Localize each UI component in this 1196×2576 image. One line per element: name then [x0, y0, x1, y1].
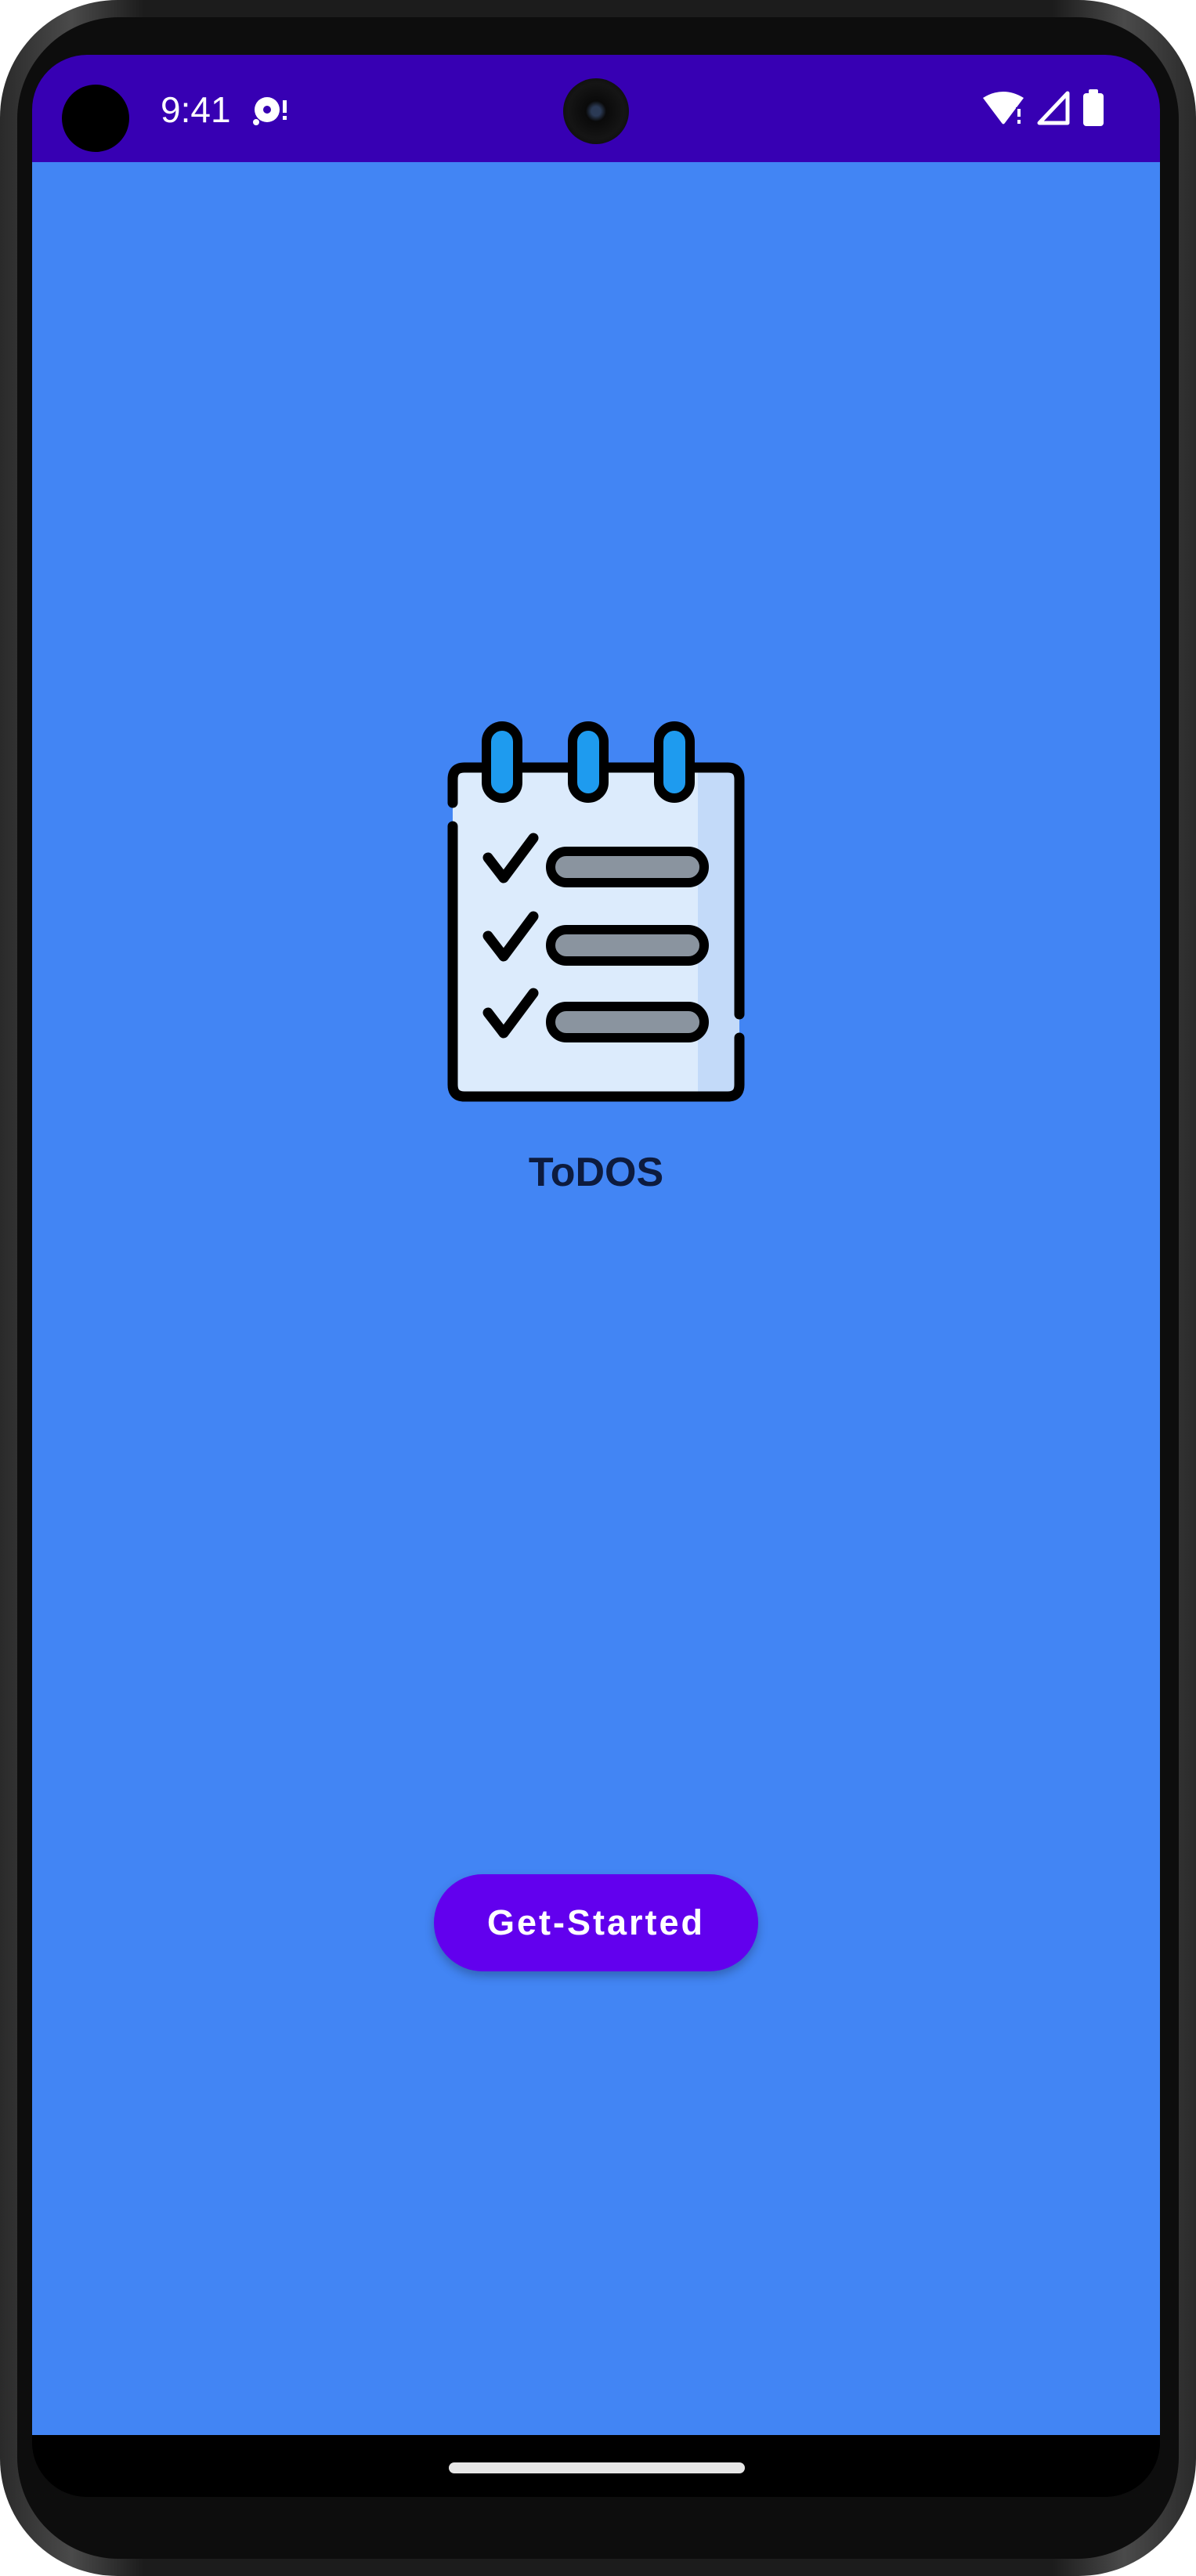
home-gesture-handle[interactable]: [449, 2462, 745, 2473]
app-title: ToDOS: [528, 1150, 664, 1195]
get-started-button[interactable]: Get-Started: [434, 1874, 758, 1971]
battery-icon: [1082, 89, 1105, 131]
front-camera: [563, 78, 629, 144]
cellular-signal-icon: [1036, 90, 1071, 130]
wifi-icon: [981, 90, 1025, 130]
screen: 9:41 ToDOS Get-Started: [32, 55, 1160, 2497]
phone-frame: 9:41 ToDOS Get-Started: [0, 0, 1196, 2576]
status-bar-dot: [62, 85, 129, 152]
status-icons: [981, 89, 1105, 130]
media-notification-icon: [251, 92, 289, 127]
status-time: 9:41: [161, 89, 231, 130]
checklist-notepad-icon: [433, 717, 759, 1124]
navigation-bar: [32, 2435, 1160, 2497]
app-content: ToDOS Get-Started: [32, 162, 1160, 2435]
status-bar: 9:41: [32, 55, 1160, 162]
